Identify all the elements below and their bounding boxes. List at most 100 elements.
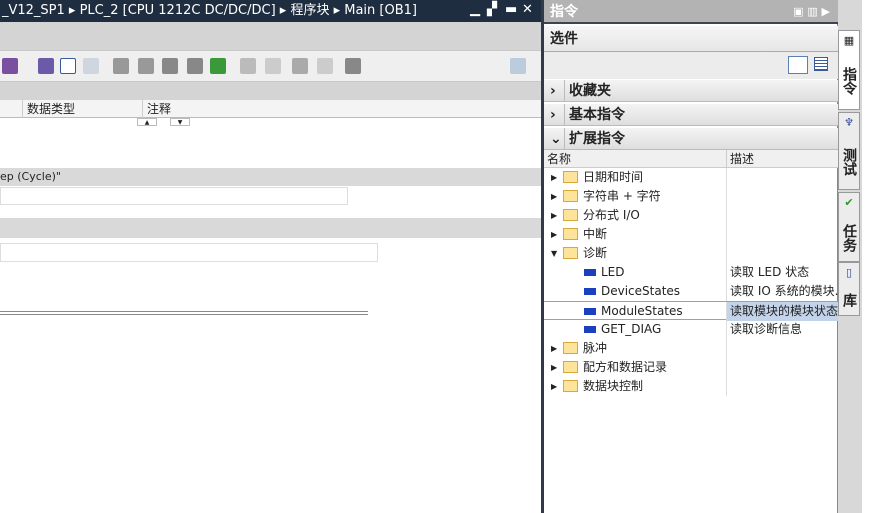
item-description [726, 339, 838, 358]
monitor-icon[interactable] [210, 58, 226, 74]
section-favorites[interactable]: › 收藏夹 [544, 80, 838, 102]
column-comment[interactable]: 注释 [142, 100, 442, 118]
tree-instruction[interactable]: LED 读取 LED 状态 [544, 263, 838, 282]
tree-folder[interactable]: ▶ 字符串 + 字符 [544, 187, 838, 206]
item-description: 读取 IO 系统的模块... [726, 282, 838, 301]
section-extended[interactable]: ⌄ 扩展指令 [544, 128, 838, 150]
item-name: 字符串 + 字符 [583, 189, 661, 203]
item-description [726, 225, 838, 244]
collapsed-icon[interactable]: ▶ [551, 168, 557, 187]
compile-icon[interactable] [345, 58, 361, 74]
chevron-down-icon: ⌄ [550, 131, 562, 147]
close-branch-icon[interactable] [138, 58, 154, 74]
item-name: DeviceStates [601, 284, 681, 298]
tree-instruction[interactable]: ModuleStates 读取模块的模块状态 [544, 301, 838, 321]
expanded-icon[interactable]: ▼ [551, 244, 557, 263]
glasses-icon[interactable] [317, 58, 333, 74]
collapsed-icon[interactable]: ▶ [551, 377, 557, 396]
single-pane-icon[interactable] [788, 56, 808, 74]
folder-icon [563, 209, 578, 221]
function-block-icon [584, 269, 596, 276]
collapsed-icon[interactable]: ▶ [551, 187, 557, 206]
item-description [726, 244, 838, 263]
column-name[interactable]: 名称 [547, 150, 571, 168]
item-name: LED [601, 265, 625, 279]
item-description [726, 206, 838, 225]
interface-icon[interactable] [2, 58, 18, 74]
function-block-icon [584, 288, 596, 295]
scroll-down-button[interactable]: ▼ [170, 118, 190, 126]
tree-instruction[interactable]: DeviceStates 读取 IO 系统的模块... [544, 282, 838, 301]
tree-header: 名称 描述 [544, 150, 838, 168]
network-header-row [0, 218, 541, 238]
tab-library[interactable]: ▯ 库 [838, 262, 860, 316]
band [0, 82, 541, 100]
tasks-icon: ✔ [844, 196, 854, 209]
tab-label: 任务 [841, 224, 857, 252]
close-icon[interactable]: ✕ [522, 2, 533, 17]
tab-label: 指令 [841, 67, 857, 95]
tab-test[interactable]: ♆ 测试 [838, 112, 860, 190]
collapsed-icon[interactable]: ▶ [551, 206, 557, 225]
chevron-right-icon: › [550, 83, 556, 99]
item-name: 日期和时间 [583, 170, 644, 184]
restore-icon[interactable]: ▞ [487, 2, 497, 17]
program-editor: _V12_SP1 ▸ PLC_2 [CPU 1212C DC/DC/DC] ▸ … [0, 0, 541, 513]
item-description [726, 377, 838, 396]
item-name: GET_DIAG [601, 322, 662, 336]
folder-icon [563, 228, 578, 240]
collapsed-icon[interactable]: ▶ [551, 339, 557, 358]
item-description [726, 168, 838, 187]
layout-icon[interactable] [510, 58, 526, 74]
tree-folder[interactable]: ▼ 诊断 [544, 244, 838, 263]
favorites-icon[interactable] [83, 58, 99, 74]
collapsed-icon[interactable]: ▶ [551, 225, 557, 244]
folder-icon [563, 171, 578, 183]
item-name: 数据块控制 [583, 379, 644, 393]
minimize-icon[interactable]: ▁ [470, 2, 480, 17]
panel-title: 指令 ▣ ▥ ▶ [544, 0, 838, 24]
tree-folder[interactable]: ▶ 日期和时间 [544, 168, 838, 187]
list-view-icon[interactable] [60, 58, 76, 74]
interface-table-header: 数据类型 注释 [0, 100, 541, 118]
panel-controls-icon[interactable]: ▣ ▥ ▶ [793, 0, 830, 24]
folder-icon [563, 380, 578, 392]
delete-network-icon[interactable] [187, 58, 203, 74]
collapsed-icon[interactable]: ▶ [551, 358, 557, 377]
tree-folder[interactable]: ▶ 分布式 I/O [544, 206, 838, 225]
outdent-icon[interactable] [265, 58, 281, 74]
insert-network-icon[interactable] [162, 58, 178, 74]
editor-title-bar: _V12_SP1 ▸ PLC_2 [CPU 1212C DC/DC/DC] ▸ … [0, 0, 541, 22]
find-icon[interactable] [292, 58, 308, 74]
column-description[interactable]: 描述 [726, 150, 754, 168]
function-block-icon [584, 326, 596, 333]
breadcrumb: _V12_SP1 ▸ PLC_2 [CPU 1212C DC/DC/DC] ▸ … [2, 3, 417, 18]
tab-label: 库 [841, 293, 857, 307]
column-data-type[interactable]: 数据类型 [22, 100, 142, 118]
network-comment-input[interactable] [0, 187, 348, 205]
item-description [726, 358, 838, 377]
tree-folder[interactable]: ▶ 数据块控制 [544, 377, 838, 396]
open-branch-icon[interactable] [113, 58, 129, 74]
test-icon: ♆ [844, 116, 854, 129]
section-basic[interactable]: › 基本指令 [544, 104, 838, 126]
library-icon: ▯ [845, 266, 853, 279]
multi-pane-icon[interactable] [814, 57, 828, 71]
maximize-icon[interactable]: ▬ [505, 2, 517, 17]
item-name: 中断 [583, 227, 608, 241]
item-description: 读取诊断信息 [726, 320, 838, 339]
item-name: 诊断 [583, 246, 608, 260]
tab-tasks[interactable]: ✔ 任务 [838, 192, 860, 262]
network-comment-input-2[interactable] [0, 243, 378, 262]
options-toolbar [544, 52, 838, 79]
tree-instruction[interactable]: GET_DIAG 读取诊断信息 [544, 320, 838, 339]
indent-icon[interactable] [240, 58, 256, 74]
scroll-up-button[interactable]: ▲ [137, 118, 157, 126]
tree-folder[interactable]: ▶ 配方和数据记录 [544, 358, 838, 377]
tree-folder[interactable]: ▶ 脉冲 [544, 339, 838, 358]
options-header: 选件 [544, 26, 838, 52]
block-call-icon[interactable] [38, 58, 54, 74]
network-title-row: ep (Cycle)" [0, 168, 541, 186]
tab-instructions[interactable]: ▦ 指令 [838, 30, 860, 110]
tree-folder[interactable]: ▶ 中断 [544, 225, 838, 244]
